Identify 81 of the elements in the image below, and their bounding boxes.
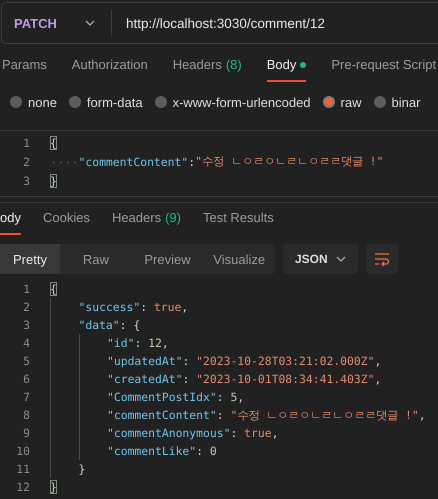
json-number: 5	[230, 390, 238, 404]
json-punctuation: :	[134, 336, 142, 350]
body-type-option[interactable]: x-www-form-urlencoded	[154, 94, 311, 110]
json-key: "CommentPostIdx"	[107, 390, 217, 404]
body-type-option[interactable]: binar	[374, 94, 420, 110]
line-number: 1	[22, 282, 30, 296]
json-number: 0	[210, 444, 217, 458]
response-tab[interactable]: ody	[0, 210, 21, 235]
json-string: "수정 ㄴㅇㄹㅇㄴㄹㄴㅇㄹㄹ댓글 !"	[195, 154, 384, 169]
json-punctuation: :	[140, 300, 148, 314]
json-punctuation: : {	[120, 318, 140, 332]
line-number: 11	[15, 462, 30, 476]
body-type-option[interactable]: none	[10, 94, 57, 110]
view-mode-tab[interactable]: Visualize	[203, 244, 276, 274]
json-punctuation: }	[78, 462, 86, 476]
json-punctuation: :	[216, 408, 225, 422]
method-dropdown[interactable]: PATCH	[2, 10, 112, 36]
wrap-lines-button[interactable]	[366, 244, 398, 274]
json-punctuation: ,	[272, 426, 278, 440]
line-number: 6	[22, 372, 30, 386]
json-punctuation: :	[230, 426, 238, 440]
line-number: 1	[22, 136, 30, 150]
response-tab[interactable]: Headers (9)	[112, 210, 181, 235]
chevron-down-icon	[85, 20, 95, 26]
line-number: 2	[22, 300, 30, 314]
wrap-lines-icon	[374, 252, 390, 266]
json-boolean: true	[244, 426, 272, 440]
json-key: "commentLike"	[107, 444, 196, 458]
json-punctuation: {	[50, 282, 57, 296]
line-number: 3	[22, 318, 30, 332]
line-number: 10	[15, 444, 30, 458]
line-number: 7	[22, 390, 30, 404]
view-mode-tab[interactable]: Pretty	[0, 244, 60, 274]
body-type-option[interactable]: form-data	[68, 94, 143, 110]
response-tab[interactable]: Test Results	[202, 210, 274, 235]
json-punctuation: :	[196, 444, 204, 458]
json-punctuation: {	[50, 136, 57, 150]
json-number: 12	[148, 336, 162, 350]
line-number: 8	[22, 408, 30, 422]
json-boolean: true	[154, 300, 182, 314]
view-mode-tab[interactable]: Raw	[60, 244, 132, 274]
url-field[interactable]: http://localhost:3030/comment/12	[126, 16, 325, 30]
json-key: "id"	[107, 336, 134, 350]
json-key: "commentAnonymous"	[107, 426, 230, 440]
json-punctuation: ,	[162, 336, 169, 350]
response-tab[interactable]: Cookies	[42, 210, 90, 235]
body-type-option[interactable]: raw	[322, 94, 362, 110]
json-key: "commentContent"	[107, 408, 217, 422]
json-string: "수정 ㄴㅇㄹㅇㄴㄹㄴㅇㄹㄹ댓글 !"	[230, 408, 419, 422]
line-number: 12	[15, 480, 30, 494]
view-mode-tab[interactable]: Preview	[132, 244, 204, 274]
json-string: "2023-10-01T08:34:41.403Z"	[196, 372, 374, 386]
json-punctuation: :	[182, 372, 190, 386]
json-key: "success"	[78, 300, 140, 314]
json-punctuation: ,	[237, 390, 244, 404]
json-key: "commentContent"	[78, 154, 188, 168]
request-tab[interactable]: Pre-request Script	[331, 57, 436, 82]
json-punctuation: ,	[374, 372, 382, 386]
json-punctuation: :	[216, 390, 225, 404]
request-tab[interactable]: Authorization	[72, 57, 148, 82]
json-punctuation: :	[182, 354, 190, 368]
json-punctuation: :	[188, 154, 196, 168]
request-tab[interactable]: Headers (8)	[172, 57, 242, 82]
line-number: 2	[22, 154, 30, 168]
json-string: "2023-10-28T03:21:02.000Z"	[196, 354, 374, 368]
request-tab[interactable]: Params	[2, 57, 47, 82]
chevron-down-icon	[336, 256, 346, 262]
json-punctuation: }	[50, 174, 57, 188]
line-number: 4	[22, 336, 30, 350]
line-number: 5	[22, 354, 30, 368]
json-punctuation: }	[50, 480, 57, 494]
line-number: 3	[22, 174, 30, 188]
json-punctuation: ,	[418, 408, 426, 422]
json-punctuation: ,	[374, 354, 382, 368]
line-number: 9	[22, 426, 30, 440]
json-key: "data"	[78, 318, 120, 332]
request-tab[interactable]: Body	[266, 57, 306, 82]
format-dropdown[interactable]: JSON	[283, 244, 358, 274]
json-key: "updatedAt"	[107, 354, 182, 368]
json-punctuation: ,	[181, 300, 188, 314]
json-key: "createdAt"	[107, 372, 182, 386]
